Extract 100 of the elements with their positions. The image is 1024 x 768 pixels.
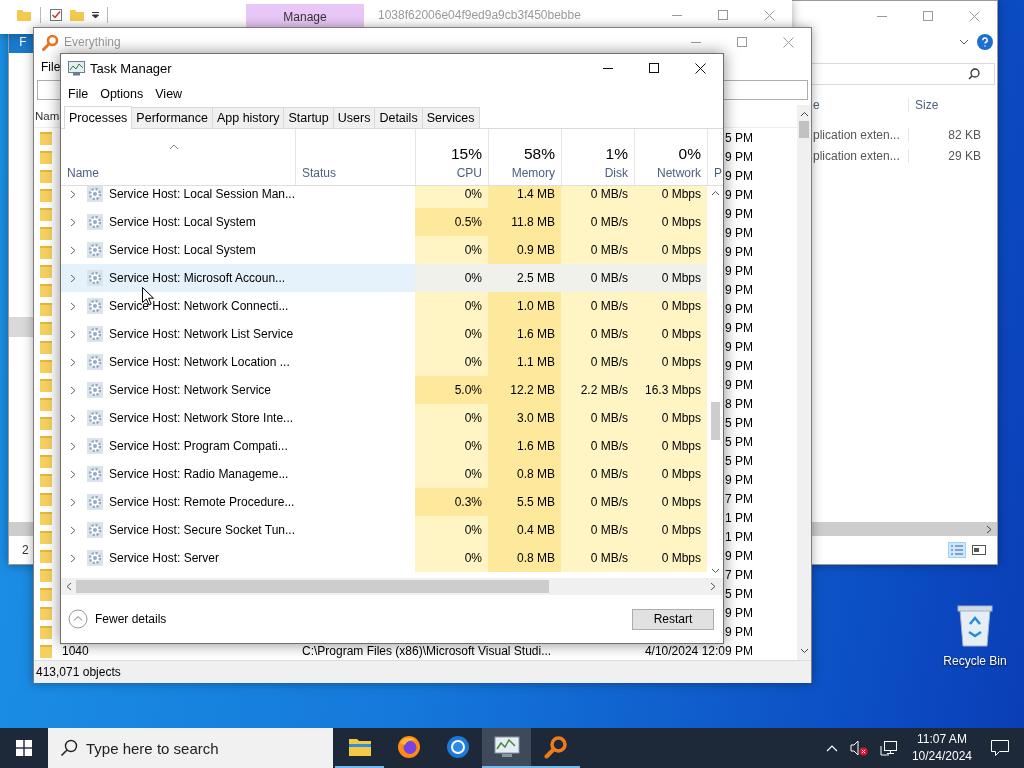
scroll-left-icon[interactable] [66, 582, 72, 591]
maximize-icon[interactable] [649, 63, 659, 73]
fewer-details-button[interactable]: Fewer details [68, 609, 167, 629]
scroll-thumb[interactable] [799, 121, 809, 138]
show-hidden-icons-icon[interactable] [825, 744, 838, 752]
usage-cell: 0 MB/s [561, 460, 634, 488]
menu-item[interactable]: Options [94, 87, 150, 101]
tab[interactable]: Startup [283, 107, 334, 128]
horizontal-scrollbar[interactable] [61, 578, 723, 595]
scroll-thumb[interactable] [76, 580, 549, 593]
expand-chevron-icon[interactable] [70, 525, 76, 535]
scroll-up-icon[interactable] [710, 190, 720, 196]
column-header[interactable]: Size [909, 98, 981, 112]
scroll-down-icon[interactable] [710, 568, 720, 574]
folder-icon[interactable] [347, 736, 372, 758]
expand-chevron-icon[interactable] [70, 441, 76, 451]
recycle-bin-icon[interactable] [955, 602, 995, 648]
tab[interactable]: Processes [64, 106, 133, 129]
help-icon[interactable] [977, 34, 993, 50]
process-row[interactable]: Service Host: Program Compati... 0% 1.6 MB 0 MB/s 0 Mbps [61, 432, 707, 460]
expand-chevron-icon[interactable] [70, 301, 76, 311]
column-header[interactable]: Nam [35, 110, 60, 122]
expand-chevron-icon[interactable] [70, 385, 76, 395]
process-row[interactable]: Service Host: Local System 0.5% 11.8 MB 0 MB/s 0 Mbps [61, 208, 707, 236]
network-icon[interactable] [879, 740, 898, 756]
column-header[interactable]: Memory [511, 166, 555, 180]
column-header[interactable]: P [714, 166, 722, 180]
menu-item[interactable]: File [39, 60, 63, 74]
search-field[interactable]: Type here to search [48, 728, 333, 768]
process-row[interactable]: Service Host: Server 0% 0.8 MB 0 MB/s 0 Mbps [61, 544, 707, 572]
process-row[interactable]: Service Host: Secure Socket Tun... 0% 0.4 MB 0 MB/s 0 Mbps [61, 516, 707, 544]
expand-chevron-icon[interactable] [70, 245, 76, 255]
tab[interactable]: Services [421, 107, 480, 128]
process-row[interactable]: Service Host: Network Service 5.0% 12.2 MB 2.2 MB/s 16.3 Mbps [61, 376, 707, 404]
expand-chevron-icon[interactable] [70, 357, 76, 367]
process-row[interactable]: Service Host: Local System 0% 0.9 MB 0 MB/s 0 Mbps [61, 236, 707, 264]
expand-chevron-icon[interactable] [70, 329, 76, 339]
restart-button[interactable]: Restart [632, 608, 714, 630]
process-row[interactable]: Service Host: Network List Service 0% 1.6 MB 0 MB/s 0 Mbps [61, 320, 707, 348]
menu-item[interactable]: File [62, 87, 95, 101]
menu-item[interactable]: View [149, 87, 189, 101]
ring-icon[interactable] [445, 735, 470, 759]
usage-percent: 15% [450, 145, 482, 163]
process-row[interactable]: Service Host: Network Connecti... 0% 1.0 MB 0 MB/s 0 Mbps [61, 292, 707, 320]
search-field[interactable] [724, 80, 808, 100]
scroll-right-icon[interactable] [710, 582, 716, 591]
large-icons-view-icon[interactable] [971, 543, 987, 557]
expand-chevron-icon[interactable] [70, 497, 76, 507]
expand-chevron-icon[interactable] [70, 217, 76, 227]
usage-cell: 5.5 MB [488, 488, 561, 516]
column-header[interactable]: CPU [456, 166, 482, 180]
expand-chevron-icon[interactable] [70, 189, 76, 199]
manage-tab[interactable]: Manage [246, 4, 364, 30]
date-modified: 9 PM [725, 605, 753, 620]
scroll-right-icon[interactable] [986, 524, 992, 534]
column-header[interactable]: Network [657, 166, 701, 180]
process-row[interactable]: Service Host: Remote Procedure... 0.3% 5.5 MB 0 MB/s 0 Mbps [61, 488, 707, 516]
dropdown-icon[interactable] [91, 10, 100, 20]
process-row[interactable]: Service Host: Local Session Man... 0% 1.4 MB 0 MB/s 0 Mbps [61, 186, 707, 208]
desktop-icon-label[interactable]: Recycle Bin [943, 654, 1007, 668]
vertical-scrollbar[interactable] [797, 105, 811, 660]
clock[interactable]: 11:07 AM 10/24/2024 [903, 731, 980, 765]
expand-ribbon-icon[interactable] [959, 39, 969, 45]
speaker-icon[interactable] [849, 740, 868, 756]
expand-chevron-icon[interactable] [70, 413, 76, 423]
expand-chevron-icon[interactable] [70, 273, 76, 283]
scroll-thumb[interactable] [710, 402, 720, 440]
taskbar-app-button[interactable] [482, 728, 531, 768]
process-name: Service Host: Network Location ... [109, 355, 290, 369]
scroll-up-icon[interactable] [799, 111, 809, 117]
folder-icon [40, 149, 52, 164]
expand-chevron-icon[interactable] [70, 553, 76, 563]
properties-icon[interactable] [49, 8, 63, 22]
tab[interactable]: Details [374, 107, 423, 128]
magnifier-icon[interactable] [543, 735, 568, 759]
usage-cell: 0 MB/s [561, 516, 634, 544]
process-row[interactable]: Service Host: Microsoft Accoun... 0% 2.5 MB 0 MB/s 0 Mbps [61, 264, 707, 292]
file-path: C:\Program Files (x86)\Microsoft Visual Studi... [302, 643, 552, 658]
notifications-icon[interactable] [990, 739, 1010, 757]
column-header[interactable]: Status [302, 166, 337, 180]
search-field[interactable] [811, 63, 995, 85]
folder-icon [40, 548, 52, 563]
browser-icon[interactable] [396, 735, 421, 759]
monitor-chart-icon[interactable] [493, 736, 520, 758]
folder-icon [40, 358, 52, 373]
process-row[interactable]: Service Host: Network Store Inte... 0% 3.0 MB 0 MB/s 0 Mbps [61, 404, 707, 432]
status-text: 413,071 objects [36, 665, 121, 679]
tab[interactable]: Performance [131, 107, 213, 128]
column-header[interactable]: Disk [604, 166, 628, 180]
process-row[interactable]: Service Host: Network Location ... 0% 1.1 MB 0 MB/s 0 Mbps [61, 348, 707, 376]
tab[interactable]: App history [211, 107, 285, 128]
start-icon[interactable] [16, 740, 32, 756]
close-icon[interactable] [694, 62, 706, 74]
expand-chevron-icon[interactable] [70, 469, 76, 479]
process-row[interactable]: Service Host: Radio Manageme... 0% 0.8 MB 0 MB/s 0 Mbps [61, 460, 707, 488]
scroll-down-icon[interactable] [799, 648, 809, 654]
gear-icon [87, 214, 103, 230]
column-header[interactable]: Name [67, 166, 99, 180]
tab[interactable]: Users [332, 107, 376, 128]
folder-icon [40, 130, 52, 145]
